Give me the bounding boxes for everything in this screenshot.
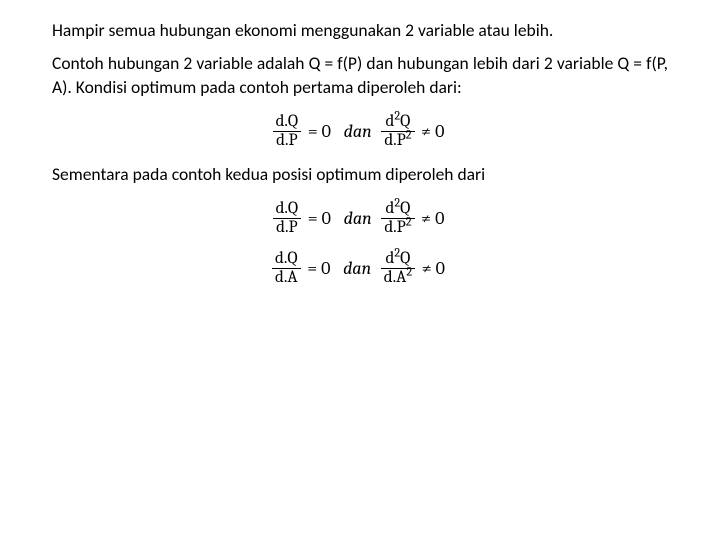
paragraph-1: Hampir semua hubungan ekonomi menggunaka… <box>52 20 668 42</box>
connector-dan: dan <box>337 258 377 279</box>
neq-zero: ≠ 0 <box>418 208 447 229</box>
fraction-d2q-da2: d2Q d.A2 <box>381 250 415 287</box>
paragraph-2: Contoh hubungan 2 variable adalah Q = f(… <box>52 52 668 99</box>
fraction-dq-da: d.Q d.A <box>272 250 301 287</box>
equals-zero: = 0 <box>305 121 334 142</box>
equation-block-2: d.Q d.P = 0 dan d2Q d.P2 ≠ 0 d.Q d.A = 0… <box>52 200 668 287</box>
fraction-dq-dp-2: d.Q d.P <box>273 200 302 237</box>
fraction-dq-dp: d.Q d.P <box>273 113 302 150</box>
equation-2: d.Q d.P = 0 dan d2Q d.P2 ≠ 0 <box>52 200 668 237</box>
equals-zero: = 0 <box>304 258 333 279</box>
fraction-d2q-dp2: d2Q d.P2 <box>381 113 414 150</box>
fraction-d2q-dp2-2: d2Q d.P2 <box>381 200 414 237</box>
equation-3: d.Q d.A = 0 dan d2Q d.A2 ≠ 0 <box>52 250 668 287</box>
equation-1: d.Q d.P = 0 dan d2Q d.P2 ≠ 0 <box>52 113 668 150</box>
connector-dan: dan <box>338 121 378 142</box>
neq-zero: ≠ 0 <box>418 121 447 142</box>
neq-zero: ≠ 0 <box>419 258 448 279</box>
paragraph-3: Sementara pada contoh kedua posisi optim… <box>52 164 668 186</box>
equals-zero: = 0 <box>305 208 334 229</box>
slide-content: Hampir semua hubungan ekonomi menggunaka… <box>0 0 720 321</box>
connector-dan: dan <box>338 208 378 229</box>
equation-block-1: d.Q d.P = 0 dan d2Q d.P2 ≠ 0 <box>52 113 668 150</box>
